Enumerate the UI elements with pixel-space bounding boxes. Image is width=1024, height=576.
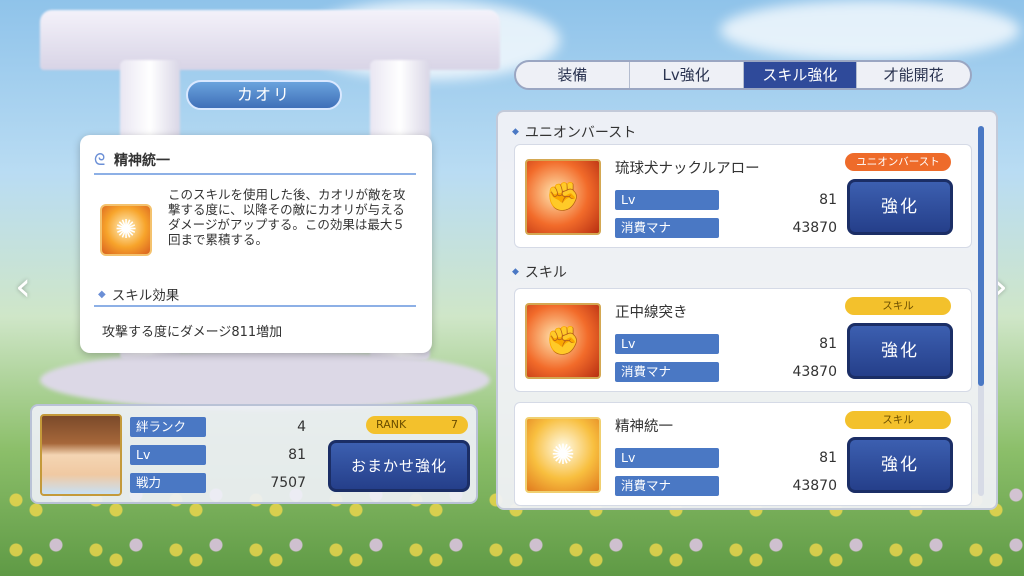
cloud-decoration (720, 0, 1020, 60)
fist-icon[interactable]: ✊ (525, 159, 601, 235)
tooltip-title: 精神統一 (114, 153, 170, 169)
skill-type-badge: スキル (845, 411, 951, 429)
skill-card: ✊ 琉球犬ナックルアロー Lv 81 消費マナ 43870 ユニオンバースト 強… (514, 144, 972, 248)
diamond-icon: ◆ (512, 267, 519, 277)
effect-text: 攻撃する度にダメージ811増加 (102, 325, 283, 340)
tab-equipment[interactable]: 装備 (516, 62, 630, 88)
skill-mana-row: 消費マナ 43870 (615, 361, 837, 383)
stat-rank: 絆ランク 4 (130, 416, 310, 438)
skill-type-badge: スキル (845, 297, 951, 315)
upgrade-button[interactable]: 強化 (847, 179, 953, 235)
skill-card: ✺ 精神統一 Lv 81 消費マナ 43870 スキル 強化 (514, 402, 972, 506)
skill-level-row: Lv 81 (615, 333, 837, 355)
skill-level-value: 81 (819, 192, 837, 208)
section-skill: ◆ スキル (512, 262, 567, 282)
stat-value: 7507 (270, 475, 306, 491)
stat-label: 絆ランク (130, 417, 206, 437)
tooltip-header: ᘓ 精神統一 (94, 147, 416, 175)
effect-heading: スキル効果 (111, 288, 180, 304)
skill-card: ✊ 正中線突き Lv 81 消費マナ 43870 スキル 強化 (514, 288, 972, 392)
character-status-panel: 絆ランク 4 Lv 81 戦力 7507 RANK 7 おまかせ強化 (30, 404, 478, 504)
stat-power: 戦力 7507 (130, 472, 310, 494)
diamond-icon: ◆ (512, 127, 519, 137)
skill-mana-row: 消費マナ 43870 (615, 475, 837, 497)
skill-level-label: Lv (615, 334, 719, 354)
skill-mana-label: 消費マナ (615, 476, 719, 496)
skill-level-value: 81 (819, 336, 837, 352)
skill-level-value: 81 (819, 450, 837, 466)
skill-mana-label: 消費マナ (615, 218, 719, 238)
skill-type-badge: ユニオンバースト (845, 153, 951, 171)
skill-name: 精神統一 (615, 419, 673, 435)
temple-arch-decoration (40, 10, 500, 70)
rank-badge-value: 7 (451, 418, 458, 431)
skill-level-row: Lv 81 (615, 447, 837, 469)
character-name: カオリ (186, 80, 342, 110)
pedestal-decoration (40, 350, 490, 410)
tab-talent-bloom[interactable]: 才能開花 (857, 62, 970, 88)
skill-mana-value: 43870 (792, 220, 837, 236)
stat-label: 戦力 (130, 473, 206, 493)
stat-value: 4 (297, 419, 306, 435)
section-union-burst: ◆ ユニオンバースト (512, 122, 636, 142)
skill-name: 琉球犬ナックルアロー (615, 161, 760, 177)
skill-tooltip: ᘓ 精神統一 ✺ このスキルを使用した後、カオリが敵を攻撃する度に、以降その敵に… (80, 135, 432, 353)
skill-level-label: Lv (615, 190, 719, 210)
section-title: スキル (524, 265, 567, 281)
tooltip-description: このスキルを使用した後、カオリが敵を攻撃する度に、以降その敵にカオリが与えるダメ… (168, 187, 406, 247)
scrollbar[interactable] (978, 126, 984, 496)
skill-mana-value: 43870 (792, 364, 837, 380)
swirl-icon: ᘓ (94, 150, 106, 169)
tab-skill-upgrade[interactable]: スキル強化 (743, 62, 858, 88)
scroll-thumb[interactable] (978, 126, 984, 386)
prev-character-arrow-icon[interactable]: ‹ (8, 262, 38, 312)
upgrade-button[interactable]: 強化 (847, 437, 953, 493)
skill-list-panel: ◆ ユニオンバースト ✊ 琉球犬ナックルアロー Lv 81 消費マナ 43870… (496, 110, 998, 510)
stat-value: 81 (288, 447, 306, 463)
skill-name: 正中線突き (615, 305, 688, 321)
fist-icon[interactable]: ✊ (525, 303, 601, 379)
skill-mana-value: 43870 (792, 478, 837, 494)
meditation-icon[interactable]: ✺ (525, 417, 601, 493)
effect-header: ◆ スキル効果 (94, 283, 416, 307)
diamond-icon: ◆ (98, 288, 106, 300)
stat-level: Lv 81 (130, 444, 310, 466)
skill-mana-label: 消費マナ (615, 362, 719, 382)
avatar[interactable] (40, 414, 122, 496)
upgrade-button[interactable]: 強化 (847, 323, 953, 379)
auto-upgrade-button[interactable]: おまかせ強化 (328, 440, 470, 492)
skill-level-label: Lv (615, 448, 719, 468)
stat-label: Lv (130, 445, 206, 465)
tab-bar: 装備 Lv強化 スキル強化 才能開花 (514, 60, 972, 90)
tab-level-up[interactable]: Lv強化 (630, 62, 744, 88)
skill-mana-row: 消費マナ 43870 (615, 217, 837, 239)
section-title: ユニオンバースト (524, 125, 637, 141)
rank-badge: RANK 7 (366, 416, 468, 434)
rank-badge-label: RANK (376, 418, 407, 431)
skill-level-row: Lv 81 (615, 189, 837, 211)
meditation-icon: ✺ (100, 204, 152, 256)
